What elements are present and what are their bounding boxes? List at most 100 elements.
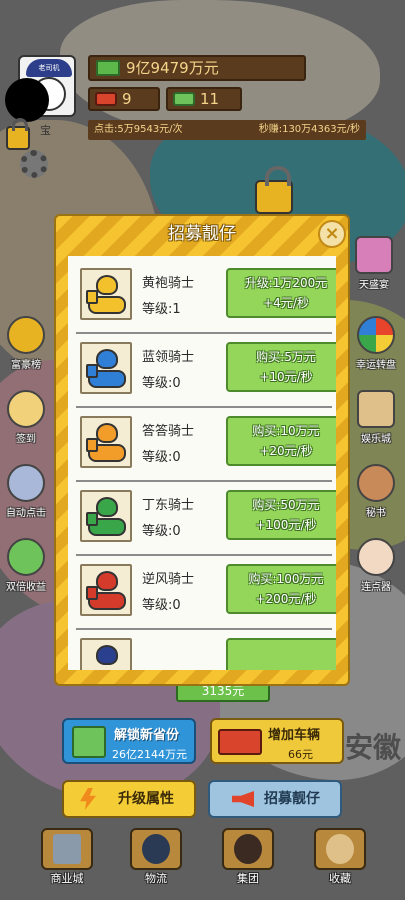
gear-icon[interactable] bbox=[20, 150, 48, 178]
recruit-label: 招募靓仔 bbox=[264, 791, 320, 807]
rider-btn-gain: +20元/秒 bbox=[259, 444, 313, 458]
boss-icon bbox=[222, 828, 274, 870]
delivery-box-icon bbox=[86, 512, 98, 526]
rider-btn-gain: +200元/秒 bbox=[255, 592, 317, 606]
rider-buy-button[interactable]: 购买:5万元 +10元/秒 bbox=[226, 342, 336, 392]
robot-icon bbox=[7, 464, 45, 502]
rider-level: 等级:0 bbox=[142, 598, 181, 613]
addcar-title: 增加车辆 bbox=[268, 728, 321, 743]
rider-avatar bbox=[80, 638, 132, 670]
rider-avatar bbox=[80, 268, 132, 320]
rider-upgrade-button[interactable]: 升级:1万200元 +4元/秒 bbox=[226, 268, 336, 318]
rider-btn-gain: +10元/秒 bbox=[259, 370, 313, 384]
city-count: 11 bbox=[166, 87, 242, 111]
rider-name: 答答骑士 bbox=[142, 424, 195, 439]
nav-item-group[interactable]: 集团 bbox=[218, 828, 278, 886]
side-button-auto-click[interactable]: 自动点击 bbox=[0, 464, 56, 519]
rider-btn-gain: +100元/秒 bbox=[255, 518, 317, 532]
avatar-cap-label: 老司机 bbox=[26, 59, 72, 77]
megaphone-icon bbox=[232, 791, 254, 807]
rider-btn-cost: 购买:50万元 bbox=[252, 498, 320, 512]
nav-item-collection[interactable]: 收藏 bbox=[310, 828, 370, 886]
side-label: 富豪榜 bbox=[11, 360, 41, 371]
clicker-icon bbox=[357, 538, 395, 576]
recruit-button[interactable]: 招募靓仔 bbox=[208, 780, 342, 818]
rider-level: 等级:1 bbox=[142, 302, 181, 317]
side-button-rich-list[interactable]: 富豪榜 bbox=[0, 316, 56, 371]
redaction-dot bbox=[5, 78, 49, 122]
side-button-secretary[interactable]: 秘书 bbox=[346, 464, 405, 519]
side-label: 秘书 bbox=[366, 508, 386, 519]
rider-row-partial bbox=[76, 630, 336, 670]
add-vehicle-button[interactable]: 增加车辆 66元 bbox=[210, 718, 344, 764]
side-button-clicker[interactable]: 连点器 bbox=[346, 538, 405, 593]
rider-buy-button[interactable]: 购买:50万元 +100元/秒 bbox=[226, 490, 336, 540]
helmet-icon bbox=[96, 423, 118, 443]
money-value: 9亿9479万元 bbox=[126, 59, 219, 77]
helmet-icon bbox=[96, 497, 118, 517]
side-button-checkin[interactable]: 签到 bbox=[0, 390, 56, 445]
calendar-icon bbox=[7, 390, 45, 428]
rider-buy-button[interactable]: 购买:10万元 +20元/秒 bbox=[226, 416, 336, 466]
side-button-casino[interactable]: 娱乐城 bbox=[346, 390, 405, 445]
side-button-banquet[interactable]: 天盛宴 bbox=[344, 236, 404, 291]
lock-icon bbox=[6, 118, 30, 150]
left-label: 宝 bbox=[40, 124, 51, 137]
rider-buy-button[interactable] bbox=[226, 638, 336, 670]
cash-icon bbox=[96, 60, 120, 76]
side-label: 天盛宴 bbox=[359, 280, 389, 291]
helmet-icon bbox=[96, 349, 118, 369]
rider-row: 蓝领骑士 等级:0 购买:5万元 +10元/秒 bbox=[76, 334, 336, 408]
nav-item-business-city[interactable]: 商业城 bbox=[37, 828, 97, 886]
money-display: 9亿9479万元 bbox=[88, 55, 306, 81]
lock-icon bbox=[255, 166, 293, 214]
rider-buy-button[interactable]: 购买:100万元 +200元/秒 bbox=[226, 564, 336, 614]
rider-row: 答答骑士 等级:0 购买:10万元 +20元/秒 bbox=[76, 408, 336, 482]
rider-avatar bbox=[80, 416, 132, 468]
city-count-value: 11 bbox=[200, 90, 220, 108]
rider-avatar bbox=[80, 342, 132, 394]
nav-label: 物流 bbox=[145, 872, 167, 885]
rider-name: 黄袍骑士 bbox=[142, 276, 195, 291]
unlock-province-button[interactable]: 解锁新省份 26亿2144万元 bbox=[62, 718, 196, 764]
party-icon bbox=[355, 236, 393, 274]
delivery-box-icon bbox=[86, 364, 98, 378]
rider-row: 逆风骑士 等级:0 购买:100万元 +200元/秒 bbox=[76, 556, 336, 630]
click-income: 点击:5万9543元/次 bbox=[94, 124, 183, 135]
delivery-box-icon bbox=[86, 290, 98, 304]
side-button-lucky-wheel[interactable]: 幸运转盘 bbox=[346, 316, 405, 371]
rider-avatar bbox=[80, 490, 132, 542]
rider-avatar bbox=[80, 564, 132, 616]
side-label: 双倍收益 bbox=[6, 582, 46, 593]
nav-item-logistics[interactable]: 物流 bbox=[126, 828, 186, 886]
recruit-modal: 招募靓仔 × 黄袍骑士 等级:1 升级:1万200元 +4元/秒 蓝领骑士 等级… bbox=[54, 214, 350, 686]
modal-title: 招募靓仔 bbox=[168, 224, 236, 244]
nav-label: 集团 bbox=[237, 872, 259, 885]
helmet-icon bbox=[96, 275, 118, 295]
wheel-icon bbox=[357, 316, 395, 354]
rider-list[interactable]: 黄袍骑士 等级:1 升级:1万200元 +4元/秒 蓝领骑士 等级:0 购买:5… bbox=[68, 256, 336, 670]
delivery-box-icon bbox=[86, 586, 98, 600]
bottom-nav: 商业城 物流 集团 收藏 bbox=[0, 828, 405, 900]
trophy-icon bbox=[7, 316, 45, 354]
side-label: 连点器 bbox=[361, 582, 391, 593]
upgrade-attributes-button[interactable]: 升级属性 bbox=[62, 780, 196, 818]
rider-btn-cost: 升级:1万200元 bbox=[244, 276, 328, 290]
unlock-title: 解锁新省份 bbox=[114, 728, 180, 743]
delivery-box-icon bbox=[86, 438, 98, 452]
map-icon bbox=[173, 92, 195, 106]
side-button-double-income[interactable]: 双倍收益 bbox=[0, 538, 56, 593]
city-icon bbox=[41, 828, 93, 870]
close-icon[interactable]: × bbox=[318, 220, 346, 248]
game-icon bbox=[357, 390, 395, 428]
addcar-cost: 66元 bbox=[288, 748, 313, 761]
truck-icon bbox=[218, 729, 262, 755]
lightning-icon bbox=[80, 788, 96, 810]
nav-label: 收藏 bbox=[329, 872, 351, 885]
rider-name: 蓝领骑士 bbox=[142, 350, 195, 365]
rider-level: 等级:0 bbox=[142, 450, 181, 465]
rider-btn-cost: 购买:5万元 bbox=[256, 350, 316, 364]
nav-label: 商业城 bbox=[50, 872, 84, 885]
income-stats: 点击:5万9543元/次 秒赚:130万4363元/秒 bbox=[88, 120, 366, 140]
side-label: 幸运转盘 bbox=[356, 360, 396, 371]
